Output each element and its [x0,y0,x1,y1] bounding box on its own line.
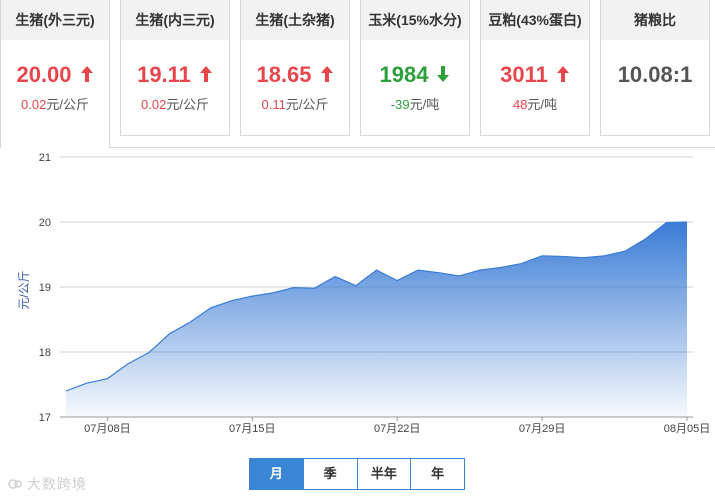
card-title: 生猪(外三元) [1,0,109,40]
card-change: -39元/吨 [361,94,469,113]
y-tick-label: 18 [39,347,51,359]
card-change: 48元/吨 [481,94,589,113]
x-tick-label: 07月15日 [229,423,275,435]
card-price: 10.08:1 [601,61,709,89]
price-value: 20.00 [16,62,72,87]
change-value: 0.11 [261,97,286,112]
change-unit: 元/吨 [409,97,440,112]
watermark-icon [8,479,22,489]
y-tick-label: 20 [39,217,51,229]
change-value: 48 [512,97,528,112]
arrow-up-icon [556,66,569,82]
arrow-down-icon [437,66,450,82]
change-unit: 元/公斤 [46,97,89,112]
y-tick-label: 17 [39,412,51,424]
card-soymeal[interactable]: 豆粕(43%蛋白) 3011 48元/吨 [480,0,590,136]
x-tick-label: 07月08日 [84,423,130,435]
card-pig-outer-three[interactable]: 生猪(外三元) 20.00 0.02元/公斤 [0,0,110,148]
x-tick-label: 07月29日 [519,423,565,435]
card-price: 19.11 [121,61,229,89]
card-price: 1984 [361,61,469,89]
change-value: 0.02 [141,97,167,112]
y-tick-label: 21 [39,152,51,164]
price-value: 1984 [379,62,429,87]
change-unit: 元/公斤 [166,97,209,112]
change-unit: 元/吨 [527,97,558,112]
card-pig-grain-ratio[interactable]: 猪粮比 10.08:1 [600,0,710,136]
card-title: 玉米(15%水分) [361,0,469,40]
card-change: 0.11元/公斤 [241,94,349,113]
price-value: 3011 [500,62,548,87]
card-title: 豆粕(43%蛋白) [481,0,589,40]
price-cards: 生猪(外三元) 20.00 0.02元/公斤 生猪(内三元) 19.11 0.0… [0,0,715,148]
x-tick-label: 08月05日 [664,423,710,435]
y-axis-label: 元/公斤 [17,270,31,309]
price-value: 18.65 [256,62,312,87]
watermark-text: 大数跨境 [26,476,87,492]
price-value: 19.11 [137,62,191,87]
y-tick-label: 19 [39,282,51,294]
period-tabs: 月 季 半年 年 [249,458,465,490]
card-title: 生猪(内三元) [121,0,229,40]
tab-quarter[interactable]: 季 [302,459,357,489]
change-unit: 元/公斤 [285,97,329,112]
change-value: 0.02 [21,97,47,112]
watermark-logo: 大数跨境 [8,474,87,494]
card-title: 生猪(土杂猪) [241,0,349,40]
card-price: 3011 [481,61,589,89]
change-value: -39 [390,97,410,112]
card-change: 0.02元/公斤 [1,94,109,113]
x-tick-label: 07月22日 [374,423,420,435]
arrow-up-icon [199,66,212,82]
card-change: 0.02元/公斤 [121,94,229,113]
card-corn[interactable]: 玉米(15%水分) 1984 -39元/吨 [360,0,470,136]
price-value: 10.08:1 [617,62,693,87]
arrow-up-icon [80,66,93,82]
price-area-chart: 17 18 19 20 21 07月08日 07月15日 07月22日 07月29日 08月05日… [17,152,710,435]
card-title: 猪粮比 [601,0,709,40]
tab-month[interactable]: 月 [250,459,303,489]
tab-half-year[interactable]: 半年 [356,459,411,489]
arrow-up-icon [320,66,333,82]
card-price: 18.65 [241,61,349,89]
tab-year[interactable]: 年 [410,459,464,489]
card-price: 20.00 [1,61,109,89]
series-area [66,222,687,417]
card-pig-local[interactable]: 生猪(土杂猪) 18.65 0.11元/公斤 [240,0,350,136]
card-pig-inner-three[interactable]: 生猪(内三元) 19.11 0.02元/公斤 [120,0,230,136]
